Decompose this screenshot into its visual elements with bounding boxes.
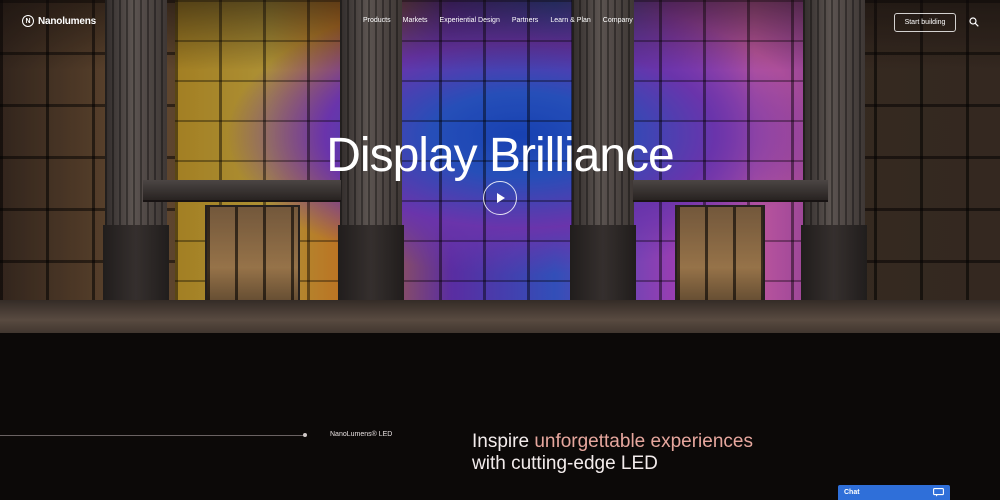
nav-item-company[interactable]: Company — [603, 17, 633, 24]
chat-icon — [933, 488, 944, 497]
search-icon[interactable] — [969, 17, 979, 27]
divider-marker — [303, 433, 307, 437]
chat-label: Chat — [844, 489, 860, 496]
logo-icon: N — [22, 15, 34, 27]
nav-item-experiential-design[interactable]: Experiential Design — [440, 17, 500, 24]
nav-item-markets[interactable]: Markets — [403, 17, 428, 24]
logo-text: Nanolumens — [38, 15, 97, 27]
nav-item-products[interactable]: Products — [363, 17, 391, 24]
headline-text: with cutting-edge LED — [472, 453, 658, 474]
section-headline: Inspire unforgettable experiences with c… — [472, 431, 772, 475]
hero-title: Display Brilliance — [326, 129, 674, 182]
nav-menu: Products Markets Experiential Design Par… — [363, 17, 633, 24]
site-logo[interactable]: N Nanolumens — [22, 15, 96, 27]
start-building-button[interactable]: Start building — [894, 13, 956, 32]
nav-item-partners[interactable]: Partners — [512, 17, 538, 24]
section-eyebrow: NanoLumens® LED — [330, 431, 393, 438]
headline-text: Inspire — [472, 431, 535, 452]
top-navigation: N Nanolumens Products Markets Experienti… — [0, 0, 1000, 44]
hero-section: Display Brilliance — [0, 0, 1000, 333]
chat-widget-button[interactable]: Chat — [838, 485, 950, 500]
play-icon — [496, 193, 505, 203]
headline-accent-text: unforgettable experiences — [534, 431, 753, 452]
play-video-button[interactable] — [483, 181, 517, 215]
section-divider — [0, 435, 306, 436]
nav-item-learn-plan[interactable]: Learn & Plan — [550, 17, 590, 24]
intro-section: NanoLumens® LED Inspire unforgettable ex… — [0, 333, 1000, 500]
